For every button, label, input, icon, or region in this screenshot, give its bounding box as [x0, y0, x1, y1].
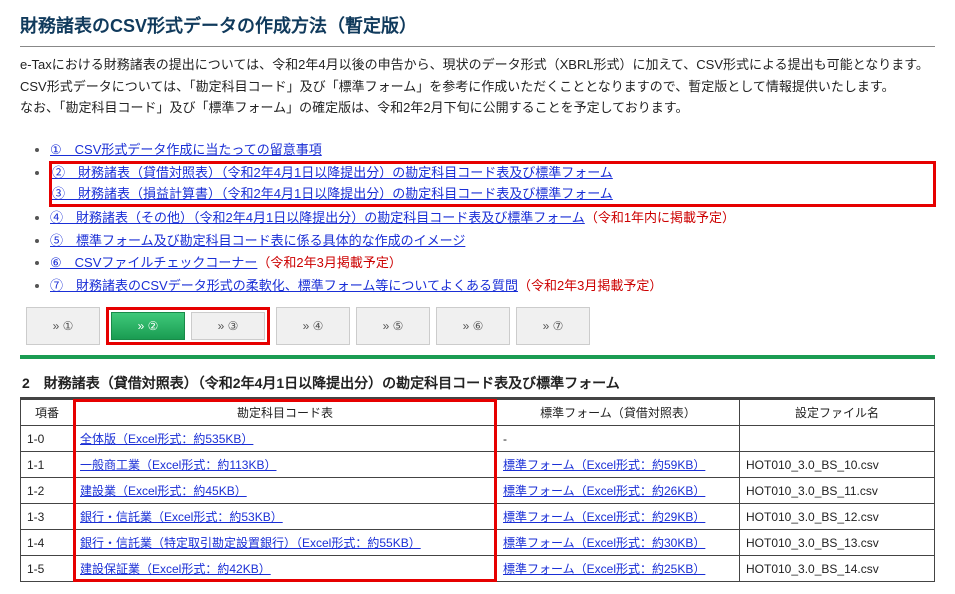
- nav-btn-6[interactable]: » ⑥: [436, 307, 510, 345]
- section-2-heading: 2 財務諸表（貸借対照表）（令和2年4月1日以降提出分）の勘定科目コード表及び標…: [22, 373, 935, 393]
- toc-item-1: ① CSV形式データ作成に当たっての留意事項: [50, 140, 935, 161]
- toc-item-4: ④ 財務諸表（その他）（令和2年4月1日以降提出分）の勘定科目コード表及び標準フ…: [50, 208, 935, 229]
- code-link[interactable]: 一般商工業（Excel形式：約113KB）: [80, 458, 276, 472]
- toc-link-1[interactable]: ① CSV形式データ作成に当たっての留意事項: [50, 142, 322, 157]
- section-nav: » ① » ② » ③ » ④ » ⑤ » ⑥ » ⑦: [26, 307, 935, 345]
- page-title: 財務諸表のCSV形式データの作成方法（暫定版）: [20, 12, 935, 38]
- toc-item-7: ⑦ 財務諸表のCSVデータ形式の柔軟化、標準フォーム等についてよくある質問（令和…: [50, 276, 935, 297]
- nav-btn-2[interactable]: » ②: [111, 312, 185, 340]
- code-link[interactable]: 銀行・信託業（特定取引勘定設置銀行）（Excel形式：約55KB）: [80, 536, 421, 550]
- toc-highlight-box: ② 財務諸表（貸借対照表）（令和2年4月1日以降提出分）の勘定科目コード表及び標…: [50, 162, 935, 206]
- form-link[interactable]: 標準フォーム（Excel形式：約30KB）: [503, 536, 705, 550]
- nav-btn-7[interactable]: » ⑦: [516, 307, 590, 345]
- nav-highlight-box: » ② » ③: [106, 307, 270, 345]
- table-row: 1-5 建設保証業（Excel形式：約42KB） 標準フォーム（Excel形式：…: [21, 556, 935, 582]
- cell-file: HOT010_3.0_BS_13.csv: [740, 530, 935, 556]
- cell-code: 建設保証業（Excel形式：約42KB）: [74, 556, 497, 582]
- cell-code: 銀行・信託業（Excel形式：約53KB）: [74, 504, 497, 530]
- table-row: 1-1 一般商工業（Excel形式：約113KB） 標準フォーム（Excel形式…: [21, 452, 935, 478]
- code-link[interactable]: 銀行・信託業（Excel形式：約53KB）: [80, 510, 283, 524]
- cell-form: 標準フォーム（Excel形式：約59KB）: [497, 452, 740, 478]
- cell-num: 1-2: [21, 478, 74, 504]
- code-table: 項番 勘定科目コード表 標準フォーム（貸借対照表） 設定ファイル名 1-0 全体…: [20, 399, 935, 582]
- cell-file: HOT010_3.0_BS_11.csv: [740, 478, 935, 504]
- intro-block: e-Taxにおける財務諸表の提出については、令和2年4月以後の申告から、現状のデ…: [20, 55, 935, 118]
- cell-file: HOT010_3.0_BS_10.csv: [740, 452, 935, 478]
- intro-line-2: CSV形式データについては、「勘定科目コード」及び「標準フォーム」を参考に作成い…: [20, 77, 935, 97]
- toc-list: ① CSV形式データ作成に当たっての留意事項 ② 財務諸表（貸借対照表）（令和2…: [20, 140, 935, 298]
- cell-num: 1-0: [21, 426, 74, 452]
- cell-num: 1-5: [21, 556, 74, 582]
- cell-file: [740, 426, 935, 452]
- form-link[interactable]: 標準フォーム（Excel形式：約25KB）: [503, 562, 705, 576]
- section-divider: [20, 355, 935, 359]
- toc-note-6: （令和2年3月掲載予定）: [257, 255, 401, 270]
- intro-line-3: なお、「勘定科目コード」及び「標準フォーム」の確定版は、令和2年2月下旬に公開す…: [20, 98, 935, 118]
- title-rule: [20, 46, 935, 47]
- th-code-label: 勘定科目コード表: [237, 406, 333, 420]
- code-link[interactable]: 全体版（Excel形式：約535KB）: [80, 432, 253, 446]
- cell-form: 標準フォーム（Excel形式：約29KB）: [497, 504, 740, 530]
- cell-num: 1-4: [21, 530, 74, 556]
- cell-file: HOT010_3.0_BS_12.csv: [740, 504, 935, 530]
- toc-link-4[interactable]: ④ 財務諸表（その他）（令和2年4月1日以降提出分）の勘定科目コード表及び標準フ…: [50, 210, 585, 225]
- cell-form: 標準フォーム（Excel形式：約26KB）: [497, 478, 740, 504]
- table-header-row: 項番 勘定科目コード表 標準フォーム（貸借対照表） 設定ファイル名: [21, 400, 935, 426]
- nav-btn-3[interactable]: » ③: [191, 312, 265, 340]
- toc-link-3[interactable]: ③ 財務諸表（損益計算書）（令和2年4月1日以降提出分）の勘定科目コード表及び標…: [52, 186, 613, 201]
- table-row: 1-0 全体版（Excel形式：約535KB） -: [21, 426, 935, 452]
- cell-file: HOT010_3.0_BS_14.csv: [740, 556, 935, 582]
- nav-btn-4[interactable]: » ④: [276, 307, 350, 345]
- th-num: 項番: [21, 400, 74, 426]
- th-form: 標準フォーム（貸借対照表）: [497, 400, 740, 426]
- form-link[interactable]: 標準フォーム（Excel形式：約26KB）: [503, 484, 705, 498]
- th-file: 設定ファイル名: [740, 400, 935, 426]
- intro-line-1: e-Taxにおける財務諸表の提出については、令和2年4月以後の申告から、現状のデ…: [20, 55, 935, 75]
- cell-code: 全体版（Excel形式：約535KB）: [74, 426, 497, 452]
- nav-btn-5[interactable]: » ⑤: [356, 307, 430, 345]
- code-link[interactable]: 建設業（Excel形式：約45KB）: [80, 484, 247, 498]
- table-row: 1-4 銀行・信託業（特定取引勘定設置銀行）（Excel形式：約55KB） 標準…: [21, 530, 935, 556]
- toc-item-5: ⑤ 標準フォーム及び勘定科目コード表に係る具体的な作成のイメージ: [50, 231, 935, 252]
- form-link[interactable]: 標準フォーム（Excel形式：約59KB）: [503, 458, 705, 472]
- cell-code: 一般商工業（Excel形式：約113KB）: [74, 452, 497, 478]
- cell-num: 1-1: [21, 452, 74, 478]
- table-row: 1-2 建設業（Excel形式：約45KB） 標準フォーム（Excel形式：約2…: [21, 478, 935, 504]
- cell-num: 1-3: [21, 504, 74, 530]
- nav-btn-1[interactable]: » ①: [26, 307, 100, 345]
- toc-item-6: ⑥ CSVファイルチェックコーナー（令和2年3月掲載予定）: [50, 253, 935, 274]
- cell-code: 銀行・信託業（特定取引勘定設置銀行）（Excel形式：約55KB）: [74, 530, 497, 556]
- form-link[interactable]: 標準フォーム（Excel形式：約29KB）: [503, 510, 705, 524]
- cell-form: -: [497, 426, 740, 452]
- table-row: 1-3 銀行・信託業（Excel形式：約53KB） 標準フォーム（Excel形式…: [21, 504, 935, 530]
- code-link[interactable]: 建設保証業（Excel形式：約42KB）: [80, 562, 271, 576]
- toc-note-4: （令和1年内に掲載予定）: [585, 210, 735, 225]
- toc-link-6[interactable]: ⑥ CSVファイルチェックコーナー: [50, 255, 257, 270]
- th-code: 勘定科目コード表: [74, 400, 497, 426]
- toc-link-2[interactable]: ② 財務諸表（貸借対照表）（令和2年4月1日以降提出分）の勘定科目コード表及び標…: [52, 165, 613, 180]
- cell-form: 標準フォーム（Excel形式：約25KB）: [497, 556, 740, 582]
- cell-form: 標準フォーム（Excel形式：約30KB）: [497, 530, 740, 556]
- cell-code: 建設業（Excel形式：約45KB）: [74, 478, 497, 504]
- toc-note-7: （令和2年3月掲載予定）: [518, 278, 662, 293]
- toc-link-5[interactable]: ⑤ 標準フォーム及び勘定科目コード表に係る具体的な作成のイメージ: [50, 233, 465, 248]
- toc-link-7[interactable]: ⑦ 財務諸表のCSVデータ形式の柔軟化、標準フォーム等についてよくある質問: [50, 278, 518, 293]
